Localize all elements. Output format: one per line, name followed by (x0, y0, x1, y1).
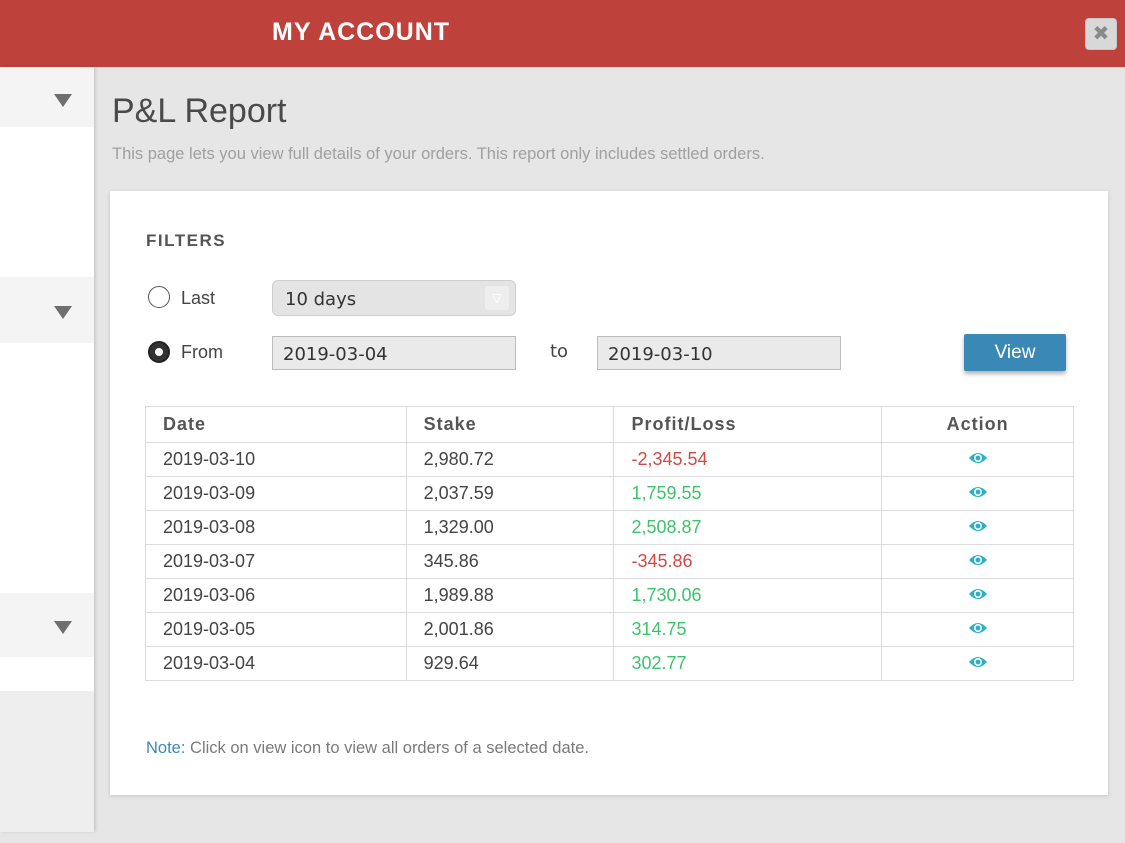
date-cell: 2019-03-04 (145, 646, 407, 681)
to-date-value: 2019-03-10 (608, 344, 713, 365)
period-select-value: 10 days (285, 289, 357, 310)
sidebar-panel (0, 343, 94, 593)
date-cell: 2019-03-07 (145, 544, 407, 579)
eye-icon[interactable] (968, 449, 988, 470)
to-label: to (550, 341, 569, 362)
header-bar: MY ACCOUNT ✖ (0, 0, 1125, 67)
profit-loss-cell: 1,730.06 (613, 578, 883, 613)
filters-heading: FILTERS (146, 231, 227, 250)
action-cell (881, 476, 1074, 511)
action-cell (881, 612, 1074, 647)
chevron-down-icon: ▽ (485, 286, 509, 310)
triangle-down-icon[interactable] (54, 94, 72, 107)
action-cell (881, 510, 1074, 545)
page-title: P&L Report (112, 92, 287, 130)
column-header-stake: Stake (405, 406, 615, 443)
table-row: 2019-03-04 929.64 302.77 (145, 646, 1074, 681)
header-title: MY ACCOUNT (272, 18, 451, 46)
last-radio[interactable] (148, 286, 170, 308)
eye-icon[interactable] (968, 483, 988, 504)
eye-icon[interactable] (968, 585, 988, 606)
note-body: Click on view icon to view all orders of… (185, 739, 589, 757)
sidebar (0, 67, 94, 832)
triangle-down-icon[interactable] (54, 306, 72, 319)
profit-loss-cell: 302.77 (613, 646, 883, 681)
pl-report-table: Date Stake Profit/Loss Action 2019-03-10… (145, 406, 1074, 681)
table-header-row: Date Stake Profit/Loss Action (145, 406, 1074, 443)
close-button[interactable]: ✖ (1085, 18, 1117, 50)
from-radio[interactable] (148, 341, 170, 363)
date-cell: 2019-03-09 (145, 476, 407, 511)
stake-cell: 2,980.72 (405, 442, 615, 477)
report-card: FILTERS Last 10 days ▽ From 2019-03-04 t… (110, 191, 1108, 795)
eye-icon[interactable] (968, 517, 988, 538)
column-header-date: Date (145, 406, 407, 443)
from-label: From (181, 342, 223, 362)
profit-loss-cell: 314.75 (613, 612, 883, 647)
profit-loss-cell: 2,508.87 (613, 510, 883, 545)
action-cell (881, 544, 1074, 579)
stake-cell: 1,329.00 (405, 510, 615, 545)
sidebar-section-header[interactable] (0, 67, 94, 127)
table-row: 2019-03-09 2,037.59 1,759.55 (145, 476, 1074, 511)
date-cell: 2019-03-05 (145, 612, 407, 647)
table-row: 2019-03-10 2,980.72 -2,345.54 (145, 442, 1074, 477)
eye-icon[interactable] (968, 653, 988, 674)
action-cell (881, 646, 1074, 681)
profit-loss-cell: 1,759.55 (613, 476, 883, 511)
view-button[interactable]: View (964, 334, 1066, 371)
date-cell: 2019-03-08 (145, 510, 407, 545)
profit-loss-cell: -345.86 (613, 544, 883, 579)
date-cell: 2019-03-06 (145, 578, 407, 613)
period-select[interactable]: 10 days ▽ (272, 280, 516, 316)
close-icon: ✖ (1092, 23, 1110, 45)
eye-icon[interactable] (968, 619, 988, 640)
action-cell (881, 578, 1074, 613)
column-header-profit-loss: Profit/Loss (613, 406, 883, 443)
stake-cell: 2,001.86 (405, 612, 615, 647)
table-row: 2019-03-06 1,989.88 1,730.06 (145, 578, 1074, 613)
note-text: Note: Click on view icon to view all ord… (146, 739, 589, 758)
stake-cell: 929.64 (405, 646, 615, 681)
sidebar-panel (0, 127, 94, 277)
last-label: Last (181, 288, 216, 308)
date-cell: 2019-03-10 (145, 442, 407, 477)
table-row: 2019-03-07 345.86 -345.86 (145, 544, 1074, 579)
table-row: 2019-03-08 1,329.00 2,508.87 (145, 510, 1074, 545)
sidebar-section-header[interactable] (0, 277, 94, 343)
profit-loss-cell: -2,345.54 (613, 442, 883, 477)
table-row: 2019-03-05 2,001.86 314.75 (145, 612, 1074, 647)
triangle-down-icon[interactable] (54, 621, 72, 634)
sidebar-panel (0, 657, 94, 691)
stake-cell: 2,037.59 (405, 476, 615, 511)
page-description: This page lets you view full details of … (112, 145, 765, 163)
action-cell (881, 442, 1074, 477)
column-header-action: Action (881, 406, 1074, 443)
from-date-value: 2019-03-04 (283, 344, 388, 365)
stake-cell: 1,989.88 (405, 578, 615, 613)
note-label: Note: (146, 739, 186, 757)
sidebar-section-header[interactable] (0, 593, 94, 657)
eye-icon[interactable] (968, 551, 988, 572)
to-date-input[interactable]: 2019-03-10 (597, 336, 841, 370)
stake-cell: 345.86 (405, 544, 615, 579)
from-date-input[interactable]: 2019-03-04 (272, 336, 516, 370)
